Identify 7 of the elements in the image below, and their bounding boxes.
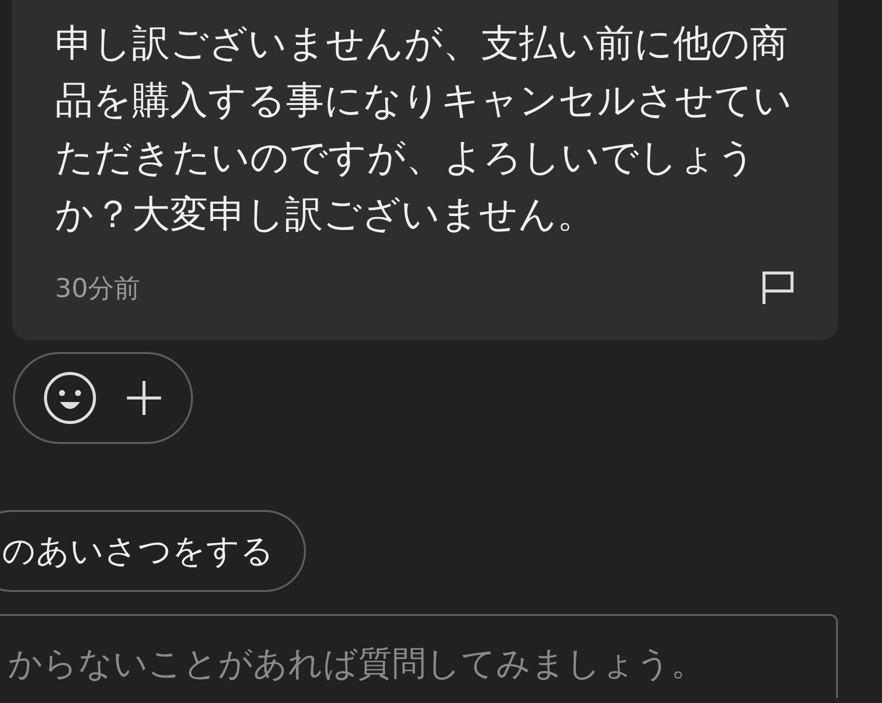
flag-icon[interactable] [761,270,795,306]
suggestion-chip[interactable]: のあいさつをする [0,510,306,592]
plus-icon[interactable] [125,379,163,417]
message-time: 30分前 [55,272,140,306]
smiley-icon[interactable] [43,371,97,425]
message-input-field[interactable]: からないことがあれば質問してみましょう。 [0,614,838,698]
message-text: 申し訳ございませんが、支払い前に他の商品を購入する事になりキャンセルさせていただきたいのですが、よろしいでしょうか？大変申し訳ございません。 [55,20,793,238]
